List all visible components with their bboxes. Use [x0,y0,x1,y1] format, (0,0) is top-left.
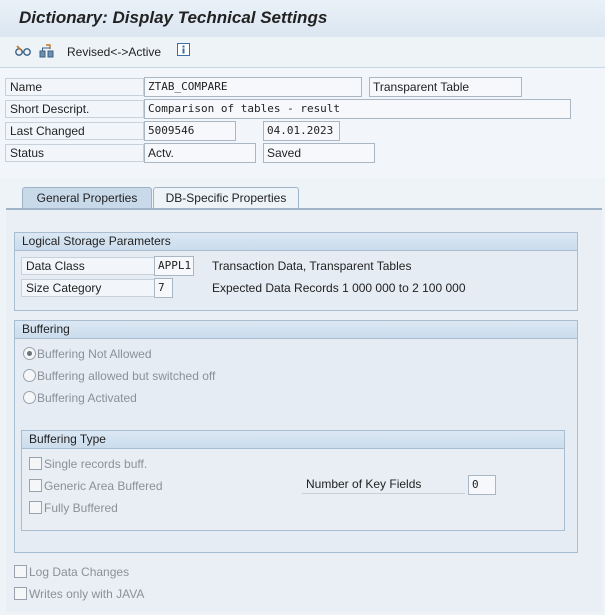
checkbox-writes-only-java[interactable]: Writes only with JAVA [14,587,144,601]
radio-buffering-switched-off[interactable]: Buffering allowed but switched off [23,369,215,383]
checkbox-icon [14,587,27,600]
data-class-label-text: Data Class [26,259,85,273]
short-description-label: Short Descript. [5,100,144,118]
logical-storage-group: Logical Storage Parameters Data Class AP… [14,232,578,311]
data-class-field[interactable]: APPL1 [154,256,194,276]
last-changed-label-text: Last Changed [10,124,85,138]
tab-panel: Logical Storage Parameters Data Class AP… [6,208,602,612]
radio-empty-icon [23,369,36,382]
tree-icon[interactable] [38,42,56,60]
checkbox-icon [29,457,42,470]
tab-strip: General Properties DB-Specific Propertie… [0,187,605,209]
last-changed-user-field[interactable]: 5009546 [144,121,236,141]
tab-general-properties[interactable]: General Properties [22,187,152,209]
checkbox-icon [29,479,42,492]
tab-db-specific-properties[interactable]: DB-Specific Properties [153,187,299,208]
logical-storage-title: Logical Storage Parameters [15,233,577,251]
size-category-description: Expected Data Records 1 000 000 to 2 100… [212,281,466,295]
status-label-text: Status [10,146,45,160]
name-label: Name [5,78,144,96]
size-category-field[interactable]: 7 [154,278,173,298]
status-field[interactable]: Actv. [144,143,256,163]
checkbox-label: Writes only with JAVA [29,587,145,601]
key-fields-label-text: Number of Key Fields [306,477,422,491]
radio-selected-icon [23,347,36,360]
checkbox-log-data-changes[interactable]: Log Data Changes [14,565,129,579]
buffering-type-title: Buffering Type [22,431,564,449]
checkbox-icon [29,501,42,514]
buffering-type-group: Buffering Type Single records buff. Gene… [21,430,565,531]
size-category-label: Size Category [21,279,161,297]
short-description-label-text: Short Descript. [10,102,90,116]
data-class-label: Data Class [21,257,161,275]
save-state-field[interactable]: Saved [263,143,375,163]
table-type-field[interactable]: Transparent Table [369,77,522,97]
key-fields-label: Number of Key Fields [302,476,465,494]
short-description-field[interactable]: Comparison of tables - result [144,99,571,119]
radio-label: Buffering allowed but switched off [37,369,216,383]
buffering-group: Buffering Buffering Not Allowed Bufferin… [14,320,578,553]
checkbox-icon [14,565,27,578]
size-category-label-text: Size Category [26,281,102,295]
last-changed-date-field[interactable]: 04.01.2023 [263,121,340,141]
checkbox-label: Fully Buffered [44,501,118,515]
status-label: Status [5,144,144,162]
checkbox-fully-buffered[interactable]: Fully Buffered [29,501,118,515]
toolbar: Revised<->Active [0,37,605,68]
last-changed-label: Last Changed [5,122,144,140]
checkbox-generic-area[interactable]: Generic Area Buffered [29,479,163,493]
glasses-icon[interactable] [14,42,32,60]
radio-label: Buffering Activated [37,391,137,405]
checkbox-label: Generic Area Buffered [44,479,163,493]
radio-label: Buffering Not Allowed [37,347,152,361]
name-field[interactable]: ZTAB_COMPARE [144,77,362,97]
page-title: Dictionary: Display Technical Settings [19,8,328,27]
radio-buffering-not-allowed[interactable]: Buffering Not Allowed [23,347,152,361]
checkbox-label: Single records buff. [44,457,148,471]
title-bar: Dictionary: Display Technical Settings [0,0,605,38]
header-fields: Name ZTAB_COMPARE Transparent Table Shor… [0,68,605,178]
info-icon[interactable] [176,42,194,60]
name-label-text: Name [10,80,43,94]
data-class-description: Transaction Data, Transparent Tables [212,259,412,273]
key-fields-field[interactable]: 0 [468,475,496,495]
checkbox-single-records[interactable]: Single records buff. [29,457,147,471]
revised-active-button[interactable]: Revised<->Active [67,45,161,59]
checkbox-label: Log Data Changes [29,565,130,579]
radio-empty-icon [23,391,36,404]
radio-buffering-activated[interactable]: Buffering Activated [23,391,137,405]
buffering-title: Buffering [15,321,577,339]
